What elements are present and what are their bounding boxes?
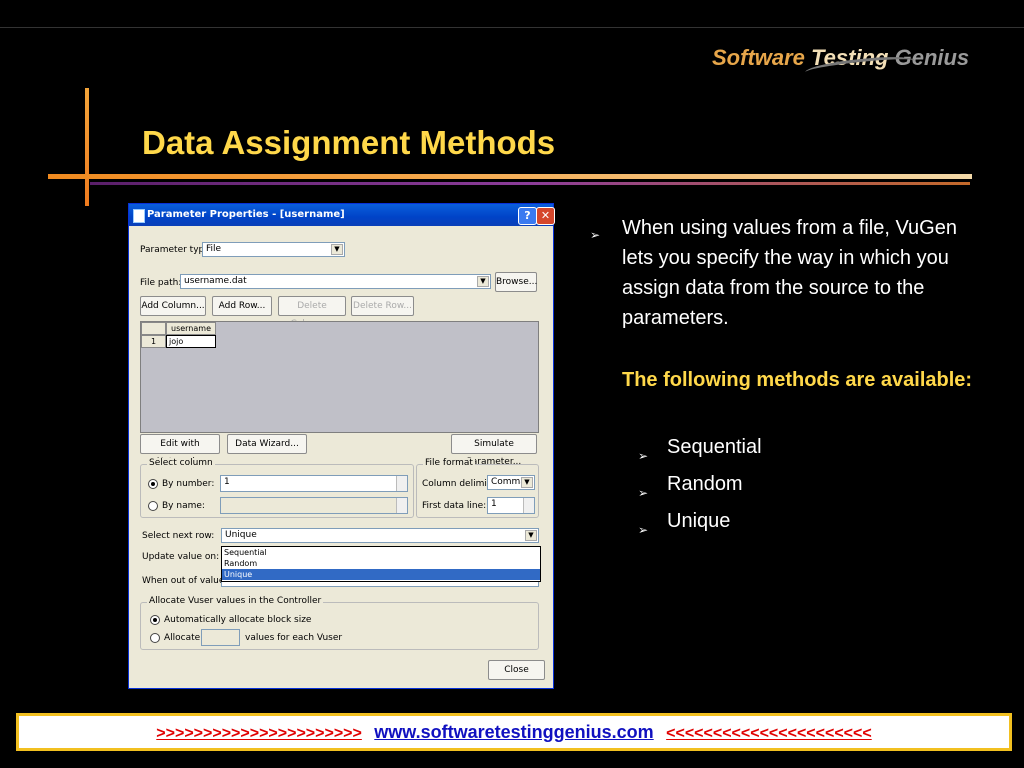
select-next-row-select[interactable]: Unique ▼ [221,528,539,543]
allocate-count-input[interactable] [201,629,240,646]
horizontal-accent-line [48,174,972,179]
data-grid[interactable]: username 1 jojo [140,321,539,433]
first-data-line-input[interactable]: 1 [487,497,535,514]
bullet-arrow-icon: ➢ [638,449,649,463]
by-name-select[interactable] [220,497,408,514]
method-item-sequential: Sequential [667,436,762,458]
footer-banner: >>>>>>>>>>>>>>>>>>>>>> www.softwaretesti… [16,713,1012,751]
first-data-line-label: First data line: [422,501,487,511]
bullet-arrow-icon: ➢ [590,228,601,242]
by-number-radio[interactable] [148,479,158,489]
allocate-vuser-group: Allocate Vuser values in the Controller … [140,596,539,650]
add-column-button[interactable]: Add Column... [140,296,206,316]
column-delimiter-select[interactable]: Comma ▼ [487,475,535,490]
allocate-label: Allocate [164,633,201,643]
file-path-combo[interactable]: username.dat ▼ [180,274,491,289]
method-item-unique: Unique [667,510,731,532]
slide-title: Data Assignment Methods [142,124,556,161]
allocate-radio[interactable] [150,633,160,643]
when-out-of-values-label: When out of values: [142,576,233,586]
by-name-label: By name: [162,501,205,511]
chevron-down-icon: ▼ [525,530,537,541]
grid-column-header[interactable]: username [166,322,216,335]
dialog-title: Parameter Properties - [username] [147,209,345,220]
close-button[interactable]: Close [488,660,545,680]
data-wizard-button[interactable]: Data Wizard... [227,434,307,454]
grid-cell[interactable]: jojo [166,335,216,348]
chevron-down-icon: ▼ [521,477,533,488]
select-column-title: Select column [147,458,215,468]
dialog-titlebar: Parameter Properties - [username] ? ✕ [129,204,555,226]
intro-text: When using values from a file, VuGen let… [622,217,957,329]
method-item-random: Random [667,473,743,495]
by-name-radio[interactable] [148,501,158,511]
add-row-button[interactable]: Add Row... [212,296,272,316]
auto-allocate-label: Automatically allocate block size [164,615,312,625]
vertical-accent-line [85,88,89,206]
by-number-label: By number: [162,479,215,489]
dropdown-option-sequential[interactable]: Sequential [222,547,540,558]
methods-heading: The following methods are available: [622,369,973,391]
close-window-button[interactable]: ✕ [536,207,555,225]
bullet-arrow-icon: ➢ [638,486,649,500]
grid-corner-header [141,322,166,335]
by-number-input[interactable]: 1 [220,475,408,492]
parameter-type-select[interactable]: File ▼ [202,242,345,257]
delete-row-button[interactable]: Delete Row... [351,296,414,316]
file-format-group: File format Column delimiter: Comma ▼ Fir… [416,458,539,518]
help-button[interactable]: ? [518,207,537,225]
grid-row-header[interactable]: 1 [141,335,166,348]
horizontal-gradient-line [90,182,970,185]
next-row-dropdown-list[interactable]: Sequential Random Unique [221,546,541,582]
footer-left-arrows: >>>>>>>>>>>>>>>>>>>>>> [156,725,362,742]
logo: Software Testing Genius [712,45,969,80]
logo-word-software: Software [712,45,805,70]
auto-allocate-radio[interactable] [150,615,160,625]
dropdown-option-random[interactable]: Random [222,558,540,569]
logo-word-testing: Testing [804,45,916,80]
edit-with-notepad-button[interactable]: Edit with Notepad... [140,434,220,467]
file-path-label: File path: [140,278,182,288]
delete-column-button[interactable]: Delete Column... [278,296,346,329]
footer-right-arrows: <<<<<<<<<<<<<<<<<<<<<< [666,725,872,742]
select-column-group: Select column By number: 1 By name: [140,458,414,518]
parameter-properties-dialog: Parameter Properties - [username] ? ✕ Pa… [128,203,555,689]
select-next-row-label: Select next row: [142,531,215,541]
allocate-vuser-title: Allocate Vuser values in the Controller [147,596,324,606]
file-format-title: File format [423,458,475,468]
browse-button[interactable]: Browse... [495,272,537,292]
footer-url-link[interactable]: www.softwaretestinggenius.com [374,722,653,742]
dropdown-option-unique[interactable]: Unique [222,569,540,580]
bullet-arrow-icon: ➢ [638,523,649,537]
values-for-each-vuser-label: values for each Vuser [245,633,343,643]
chevron-down-icon: ▼ [477,276,489,287]
dialog-window-icon [133,209,145,223]
simulate-parameter-button[interactable]: Simulate Parameter... [451,434,537,467]
top-divider [0,27,1024,28]
update-value-on-label: Update value on: [142,552,220,562]
chevron-down-icon: ▼ [331,244,343,255]
